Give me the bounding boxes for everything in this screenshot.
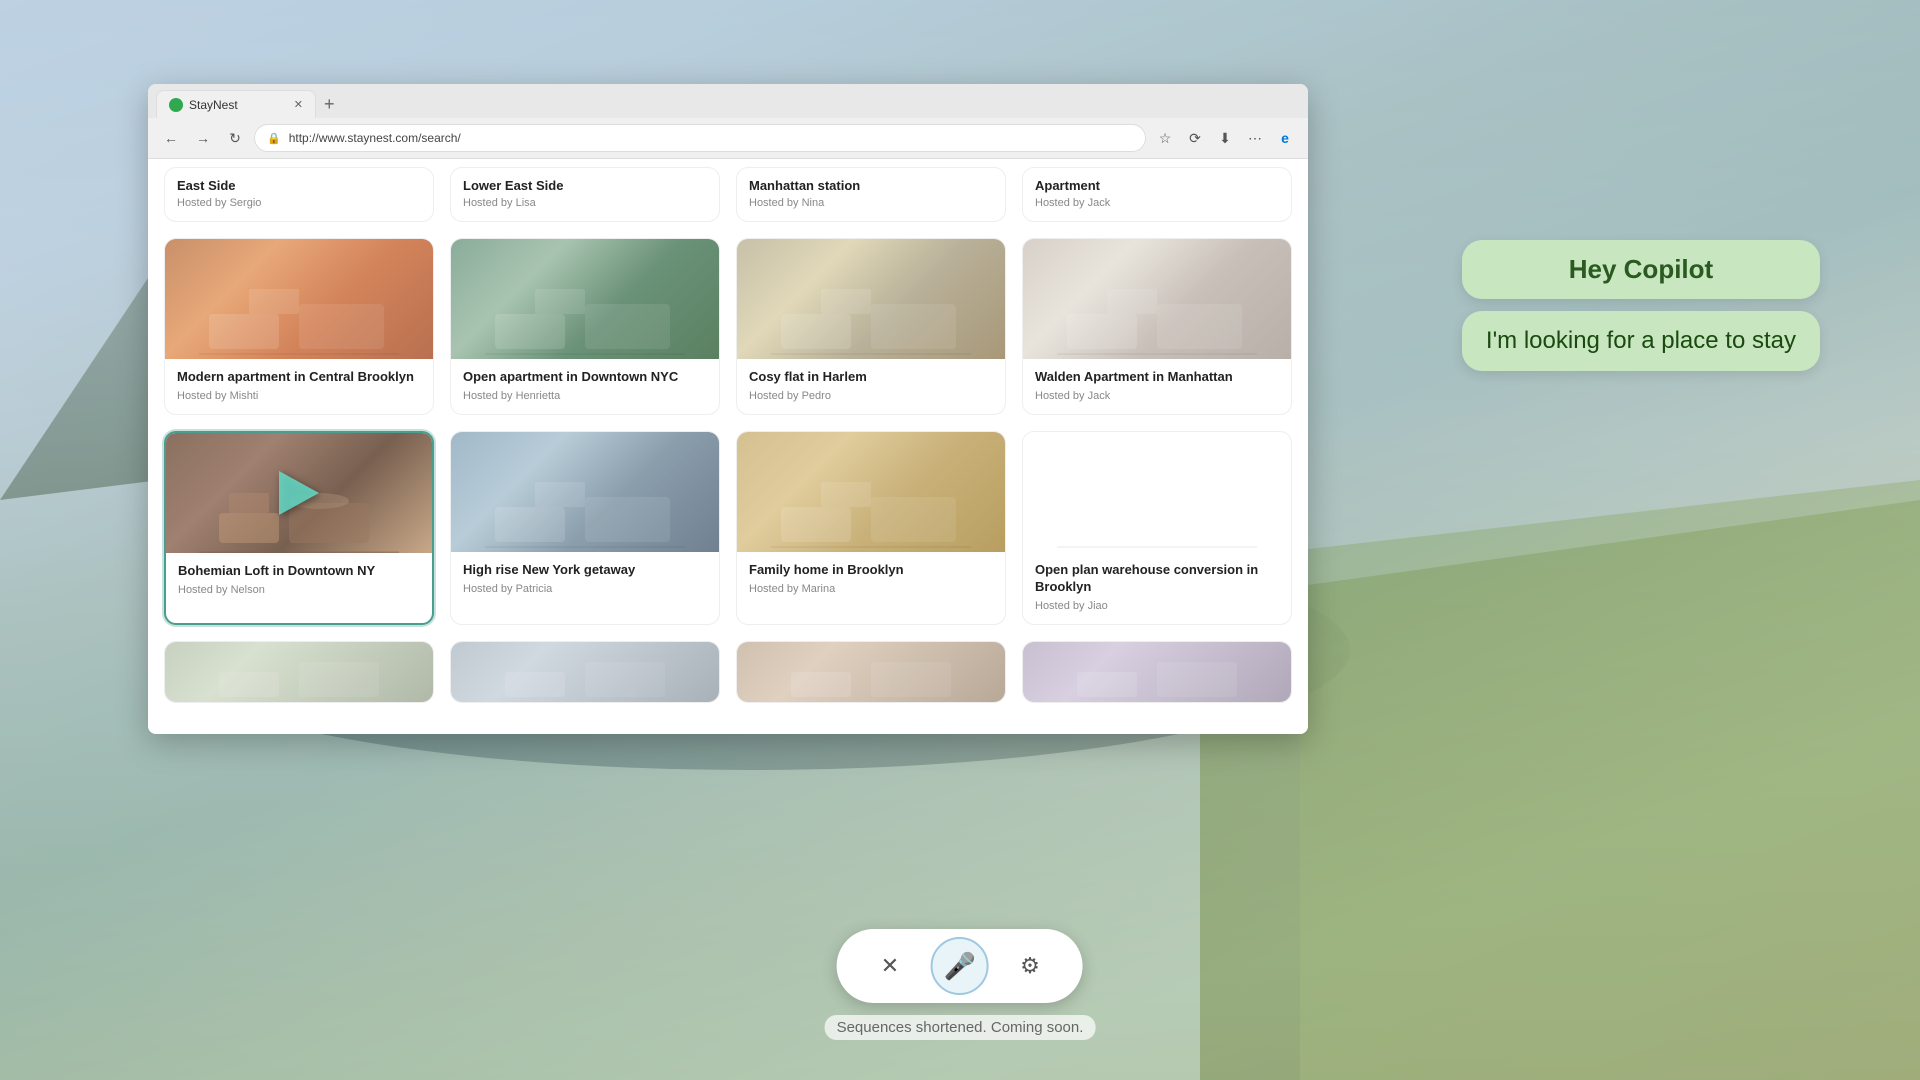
card-info: High rise New York getaway Hosted by Pat…	[451, 552, 719, 607]
voice-controls: ✕ 🎤 ⚙ Sequences shortened. Coming soon.	[825, 929, 1096, 1040]
active-tab[interactable]: StayNest ✕	[156, 90, 316, 118]
browser-chrome: StayNest ✕ + ← → ↻ 🔒 http://www.staynest…	[148, 84, 1308, 159]
download-button[interactable]: ⬇	[1212, 125, 1238, 151]
card-lower-east[interactable]: Lower East Side Hosted by Lisa	[450, 167, 720, 222]
card-jack-host: Hosted by Jack	[1035, 197, 1279, 209]
url-text: http://www.staynest.com/search/	[289, 131, 1133, 145]
card-title: Family home in Brooklyn	[749, 562, 993, 579]
refresh-button[interactable]: ↻	[222, 125, 248, 151]
back-button[interactable]: ←	[158, 125, 184, 151]
nav-right-buttons: ☆ ⟳ ⬇ ⋯ e	[1152, 125, 1298, 151]
tab-close-button[interactable]: ✕	[294, 98, 303, 111]
card-manhattan-host: Hosted by Nina	[749, 197, 993, 209]
card-room-image	[1023, 432, 1291, 552]
voice-settings-button[interactable]: ⚙	[1005, 941, 1055, 991]
card-manhattan-title: Manhattan station	[749, 178, 993, 193]
bottom-card-b1[interactable]	[164, 641, 434, 703]
lock-icon: 🔒	[267, 132, 281, 145]
bottom-card-image	[1023, 642, 1291, 702]
forward-button[interactable]: →	[190, 125, 216, 151]
card-lower-east-title: Lower East Side	[463, 178, 707, 193]
card-host: Hosted by Mishti	[177, 390, 421, 402]
card-info: Open plan warehouse conversion in Brookl…	[1023, 552, 1291, 624]
listing-card-open-downtown[interactable]: Open apartment in Downtown NYC Hosted by…	[450, 238, 720, 415]
card-room-image	[451, 239, 719, 359]
card-info: Bohemian Loft in Downtown NY Hosted by N…	[166, 553, 432, 608]
address-bar[interactable]: 🔒 http://www.staynest.com/search/	[254, 124, 1146, 152]
card-info: Modern apartment in Central Brooklyn Hos…	[165, 359, 433, 414]
edge-icon[interactable]: e	[1272, 125, 1298, 151]
card-room-image	[737, 432, 1005, 552]
copilot-hey-bubble: Hey Copilot	[1462, 240, 1820, 299]
card-info: Family home in Brooklyn Hosted by Marina	[737, 552, 1005, 607]
close-voice-button[interactable]: ✕	[865, 941, 915, 991]
listing-card-highrise[interactable]: High rise New York getaway Hosted by Pat…	[450, 431, 720, 625]
microphone-button[interactable]: 🎤	[931, 937, 989, 995]
card-title: Open plan warehouse conversion in Brookl…	[1035, 562, 1279, 596]
bottom-card-b4[interactable]	[1022, 641, 1292, 703]
menu-button[interactable]: ⋯	[1242, 125, 1268, 151]
card-host: Hosted by Jiao	[1035, 600, 1279, 612]
card-host: Hosted by Pedro	[749, 390, 993, 402]
card-room-image	[451, 432, 719, 552]
tab-title: StayNest	[189, 98, 238, 112]
card-host: Hosted by Henrietta	[463, 390, 707, 402]
card-jack[interactable]: Apartment Hosted by Jack	[1022, 167, 1292, 222]
card-room-image	[165, 239, 433, 359]
browser-window: StayNest ✕ + ← → ↻ 🔒 http://www.staynest…	[148, 84, 1308, 734]
card-host: Hosted by Patricia	[463, 583, 707, 595]
copilot-container: Hey Copilot I'm looking for a place to s…	[1462, 240, 1820, 371]
voice-buttons-bar: ✕ 🎤 ⚙	[837, 929, 1083, 1003]
card-title: Walden Apartment in Manhattan	[1035, 369, 1279, 386]
card-east-side-host: Hosted by Sergio	[177, 197, 421, 209]
card-title: Cosy flat in Harlem	[749, 369, 993, 386]
card-info: Walden Apartment in Manhattan Hosted by …	[1023, 359, 1291, 414]
top-row-partial: East Side Hosted by Sergio Lower East Si…	[148, 159, 1308, 230]
bottom-row-partial	[148, 641, 1308, 711]
listing-card-bohemian-loft[interactable]: Bohemian Loft in Downtown NY Hosted by N…	[164, 431, 434, 625]
browser-tabs-bar: StayNest ✕ +	[148, 84, 1308, 118]
card-title: High rise New York getaway	[463, 562, 707, 579]
browser-navbar: ← → ↻ 🔒 http://www.staynest.com/search/ …	[148, 118, 1308, 158]
refresh2-button[interactable]: ⟳	[1182, 125, 1208, 151]
listing-card-cosy-harlem[interactable]: Cosy flat in Harlem Hosted by Pedro	[736, 238, 1006, 415]
browser-content: East Side Hosted by Sergio Lower East Si…	[148, 159, 1308, 734]
copilot-message-bubble: I'm looking for a place to stay	[1462, 311, 1820, 371]
card-title: Bohemian Loft in Downtown NY	[178, 563, 420, 580]
card-title: Open apartment in Downtown NYC	[463, 369, 707, 386]
bottom-card-image	[451, 642, 719, 702]
bottom-card-b3[interactable]	[736, 641, 1006, 703]
card-info: Cosy flat in Harlem Hosted by Pedro	[737, 359, 1005, 414]
card-image-wrapper	[166, 433, 432, 553]
card-room-image	[1023, 239, 1291, 359]
listing-card-warehouse-brooklyn[interactable]: Open plan warehouse conversion in Brookl…	[1022, 431, 1292, 625]
bottom-card-image	[737, 642, 1005, 702]
listing-card-modern-central[interactable]: Modern apartment in Central Brooklyn Hos…	[164, 238, 434, 415]
new-tab-button[interactable]: +	[316, 90, 343, 118]
card-host: Hosted by Nelson	[178, 584, 420, 596]
listing-card-family-brooklyn[interactable]: Family home in Brooklyn Hosted by Marina	[736, 431, 1006, 625]
card-host: Hosted by Marina	[749, 583, 993, 595]
listing-card-walden-manhattan[interactable]: Walden Apartment in Manhattan Hosted by …	[1022, 238, 1292, 415]
card-host: Hosted by Jack	[1035, 390, 1279, 402]
card-jack-title: Apartment	[1035, 178, 1279, 193]
tab-favicon	[169, 98, 183, 112]
card-east-side[interactable]: East Side Hosted by Sergio	[164, 167, 434, 222]
voice-status-text: Sequences shortened. Coming soon.	[825, 1015, 1096, 1040]
bottom-card-b2[interactable]	[450, 641, 720, 703]
card-lower-east-host: Hosted by Lisa	[463, 197, 707, 209]
listing-grid-row1: Modern apartment in Central Brooklyn Hos…	[148, 230, 1308, 641]
card-manhattan-station[interactable]: Manhattan station Hosted by Nina	[736, 167, 1006, 222]
card-title: Modern apartment in Central Brooklyn	[177, 369, 421, 386]
card-info: Open apartment in Downtown NYC Hosted by…	[451, 359, 719, 414]
bottom-card-image	[165, 642, 433, 702]
card-east-side-title: East Side	[177, 178, 421, 193]
card-room-image	[737, 239, 1005, 359]
star-button[interactable]: ☆	[1152, 125, 1178, 151]
